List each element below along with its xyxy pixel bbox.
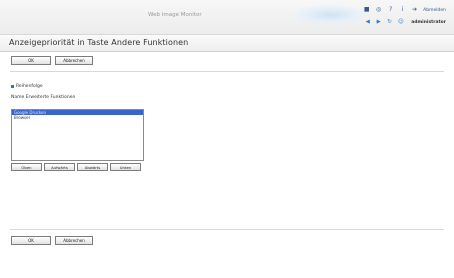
function-listbox[interactable]: Google Drucken Browser: [11, 109, 144, 161]
move-down-button[interactable]: Abwärts: [77, 163, 108, 171]
move-button-row: Oben Aufwärts Abwärts Unten: [11, 163, 141, 171]
header-links: ■ ◎ ? i ➔ Abmelden: [363, 5, 446, 15]
header-nav: ◀ ▶ ↻ ☺ administrator: [364, 19, 446, 26]
page-title-bar: Anzeigepriorität in Taste Andere Funktio…: [0, 34, 454, 52]
back-icon[interactable]: ◀: [364, 19, 371, 26]
logout-icon[interactable]: ➔: [411, 7, 418, 14]
move-up-button[interactable]: Aufwärts: [44, 163, 75, 171]
page-title: Anzeigepriorität in Taste Andere Funktio…: [9, 38, 189, 47]
divider-bottom: [10, 229, 444, 230]
app-title: Web Image Monitor: [148, 12, 202, 18]
ok-button[interactable]: OK: [11, 56, 51, 65]
logout-link[interactable]: Abmelden: [423, 8, 446, 13]
user-name: administrator: [411, 20, 446, 25]
list-item-browser[interactable]: Browser: [12, 115, 143, 120]
help-icon[interactable]: ?: [387, 7, 394, 14]
field-label: Name Erweiterte Funktionen: [11, 95, 76, 100]
move-top-button[interactable]: Oben: [11, 163, 42, 171]
home-icon[interactable]: ■: [363, 7, 370, 14]
top-button-row: OK Abbrechen: [11, 56, 93, 65]
forward-icon[interactable]: ▶: [375, 19, 382, 26]
bullet-icon: [11, 85, 14, 88]
cancel-button[interactable]: Abbrechen: [55, 56, 93, 65]
info-icon[interactable]: i: [399, 7, 406, 14]
refresh-icon[interactable]: ↻: [386, 19, 393, 26]
search-icon[interactable]: ◎: [375, 7, 382, 14]
user-icon: ☺: [397, 18, 404, 25]
top-banner: Web Image Monitor ■ ◎ ? i ➔ Abmelden ◀ ▶…: [0, 0, 454, 34]
cancel-button-bottom[interactable]: Abbrechen: [55, 236, 93, 245]
ok-button-bottom[interactable]: OK: [11, 236, 51, 245]
section-heading: Reihenfolge: [11, 84, 43, 89]
bottom-button-row: OK Abbrechen: [11, 236, 93, 245]
brand-swoosh: [290, 4, 370, 26]
divider-top: [10, 71, 444, 72]
move-bottom-button[interactable]: Unten: [110, 163, 141, 171]
section-heading-label: Reihenfolge: [16, 84, 43, 89]
